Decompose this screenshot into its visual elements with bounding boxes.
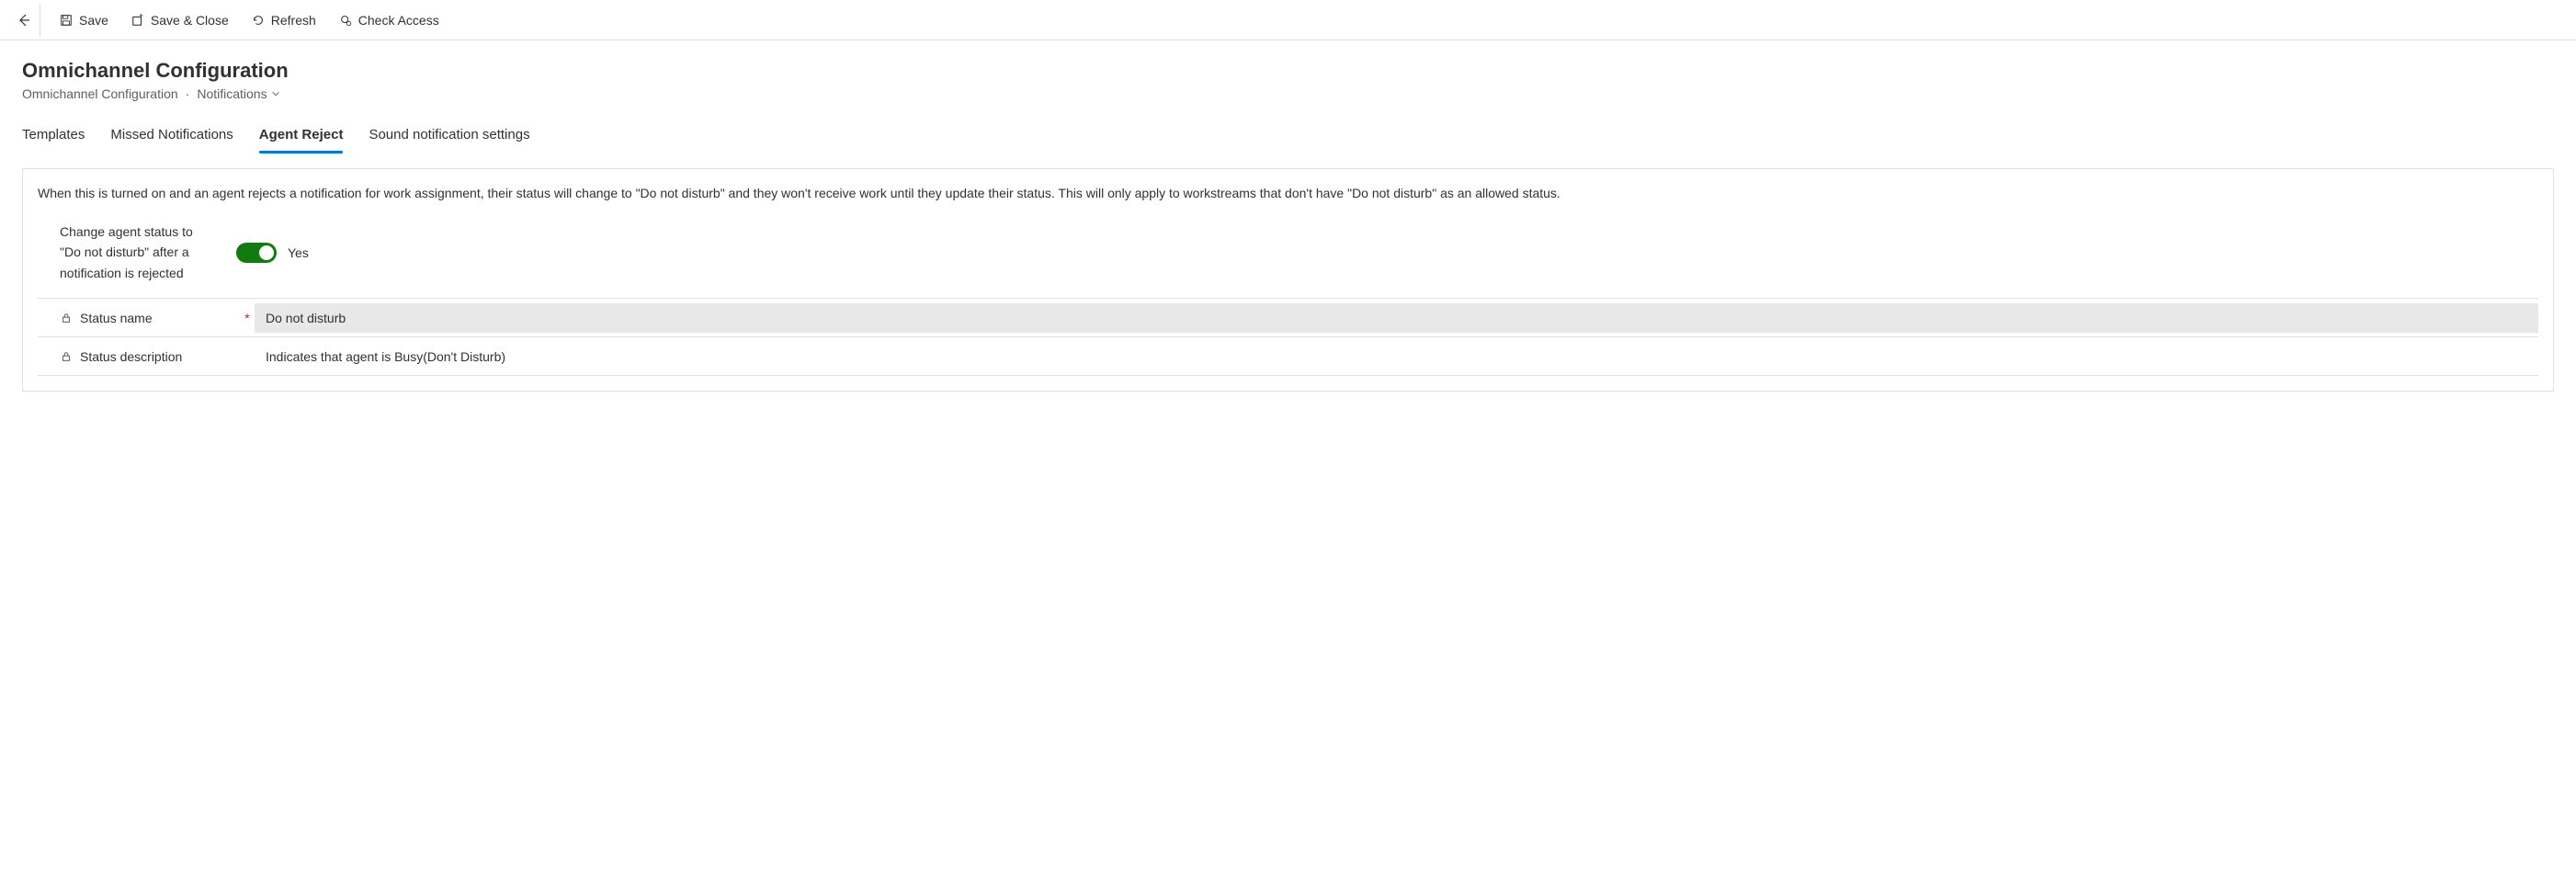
check-access-icon <box>338 13 353 28</box>
toggle-control: Yes <box>236 243 309 263</box>
check-access-label: Check Access <box>358 13 439 28</box>
panel-description: When this is turned on and an agent reje… <box>38 184 2538 203</box>
tab-missed-notifications[interactable]: Missed Notifications <box>110 119 233 154</box>
toggle-thumb <box>259 245 274 260</box>
lock-icon <box>60 312 73 324</box>
status-name-label: Status name <box>80 311 153 325</box>
agent-reject-panel: When this is turned on and an agent reje… <box>22 168 2554 392</box>
status-name-label-cell: Status name <box>38 311 240 325</box>
save-close-button[interactable]: Save & Close <box>119 4 240 37</box>
breadcrumb-view-selector[interactable]: Notifications <box>197 86 279 101</box>
status-description-label-cell: Status description <box>38 349 240 364</box>
field-rows: Status name * Do not disturb Status desc… <box>38 298 2538 376</box>
status-description-value: Indicates that agent is Busy(Don't Distu… <box>255 342 2538 371</box>
required-indicator: * <box>240 311 255 325</box>
tab-agent-reject[interactable]: Agent Reject <box>259 119 344 154</box>
save-close-label: Save & Close <box>151 13 229 28</box>
status-name-row: Status name * Do not disturb <box>38 299 2538 337</box>
toggle-label: Change agent status to "Do not disturb" … <box>60 222 207 283</box>
breadcrumb-separator: · <box>186 86 190 101</box>
tab-templates[interactable]: Templates <box>22 119 85 154</box>
command-bar: Save Save & Close Refresh Check Access <box>0 0 2576 40</box>
chevron-down-icon <box>271 86 280 101</box>
tab-sound-notification-settings[interactable]: Sound notification settings <box>369 119 529 154</box>
refresh-button[interactable]: Refresh <box>240 4 327 37</box>
page-title: Omnichannel Configuration <box>22 59 2554 83</box>
refresh-label: Refresh <box>271 13 316 28</box>
check-access-button[interactable]: Check Access <box>327 4 450 37</box>
tab-list: Templates Missed Notifications Agent Rej… <box>0 108 2576 154</box>
save-button[interactable]: Save <box>48 4 119 37</box>
lock-icon <box>60 350 73 363</box>
status-name-value: Do not disturb <box>255 303 2538 333</box>
page-header: Omnichannel Configuration Omnichannel Co… <box>0 40 2576 108</box>
status-description-row: Status description Indicates that agent … <box>38 337 2538 376</box>
change-status-toggle[interactable] <box>236 243 277 263</box>
save-icon <box>59 13 74 28</box>
breadcrumb-view-label: Notifications <box>197 86 267 101</box>
breadcrumb: Omnichannel Configuration · Notification… <box>22 86 2554 101</box>
status-description-label: Status description <box>80 349 182 364</box>
toggle-row: Change agent status to "Do not disturb" … <box>38 218 2538 298</box>
required-indicator-blank <box>240 349 255 364</box>
toggle-value-text: Yes <box>288 245 309 260</box>
back-button[interactable] <box>7 4 40 37</box>
save-close-icon <box>131 13 145 28</box>
refresh-icon <box>251 13 266 28</box>
arrow-left-icon <box>17 13 31 28</box>
save-label: Save <box>79 13 108 28</box>
breadcrumb-entity: Omnichannel Configuration <box>22 86 178 101</box>
